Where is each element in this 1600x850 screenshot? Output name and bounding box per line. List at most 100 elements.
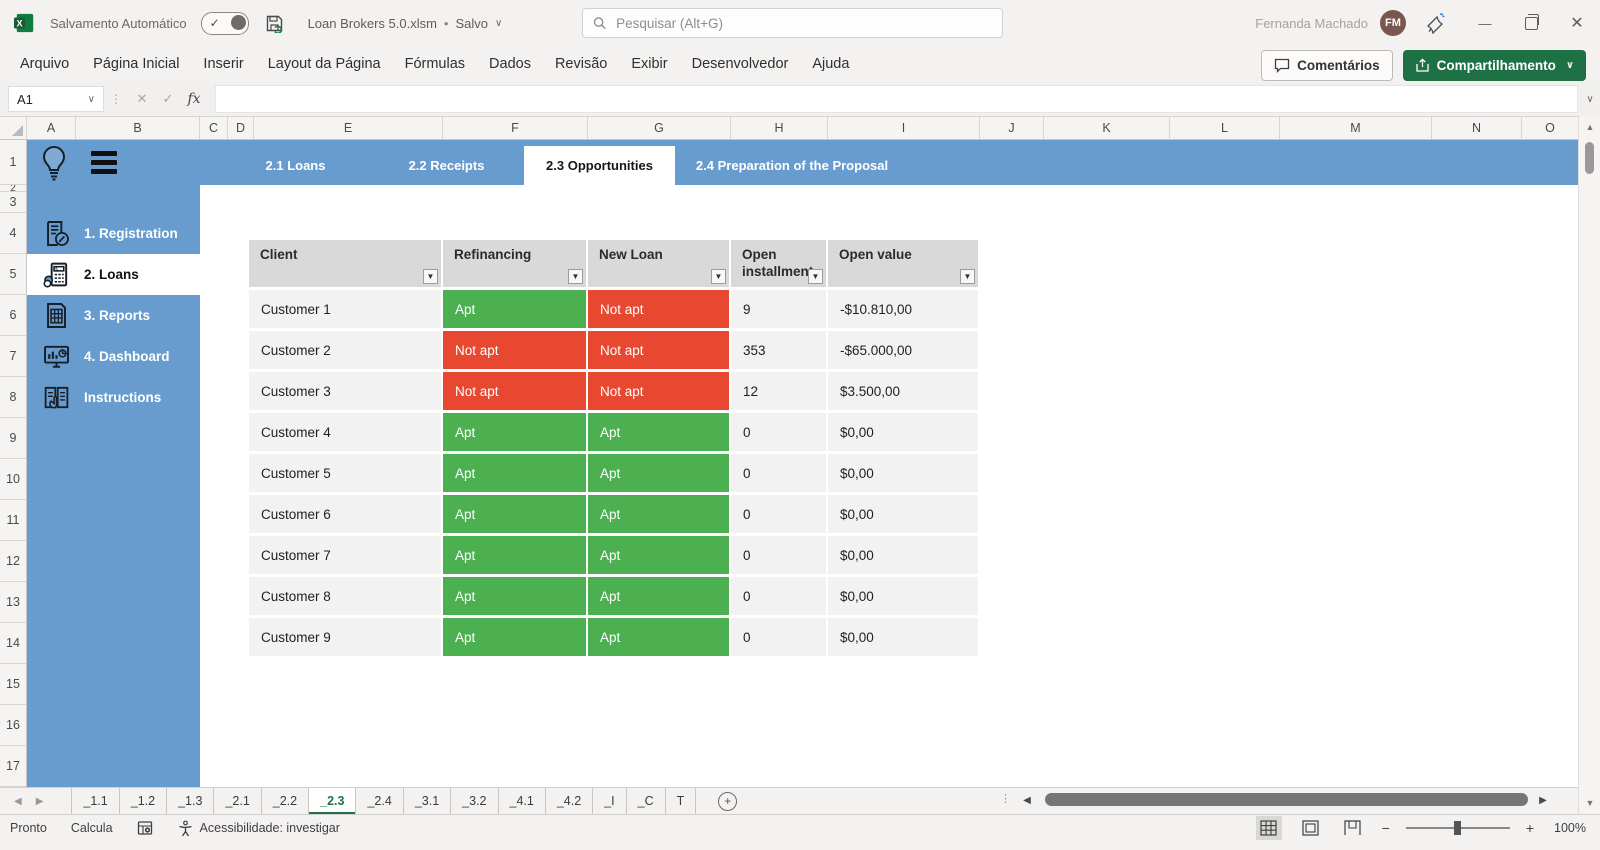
filter-dropdown-icon[interactable]: ▼ bbox=[808, 269, 823, 284]
cancel-entry-icon[interactable]: ✕ bbox=[129, 86, 155, 112]
table-row[interactable]: Customer 2 Not apt Not apt 353 -$65.000,… bbox=[249, 331, 980, 372]
sheet-tab-2-2[interactable]: _2.2 bbox=[262, 788, 310, 814]
sheet-tab-1-3[interactable]: _1.3 bbox=[167, 788, 215, 814]
share-button[interactable]: Compartilhamento ∨ bbox=[1402, 50, 1586, 81]
sheet-tab-1-2[interactable]: _1.2 bbox=[120, 788, 168, 814]
zoom-out-icon[interactable]: − bbox=[1382, 820, 1390, 836]
table-row[interactable]: Customer 3 Not apt Not apt 12 $3.500,00 bbox=[249, 372, 980, 413]
new-loan-cell[interactable]: Apt bbox=[588, 536, 731, 577]
hamburger-menu-icon[interactable] bbox=[91, 151, 117, 174]
row-header-4[interactable]: 4 bbox=[0, 213, 26, 254]
macro-record-icon[interactable] bbox=[137, 820, 153, 836]
row-header-2[interactable]: 2 bbox=[0, 185, 26, 192]
namebox-resize-handle[interactable]: ⋮ bbox=[110, 92, 123, 106]
new-loan-cell[interactable]: Apt bbox=[588, 618, 731, 659]
sidebar-item-instructions[interactable]: Instructions bbox=[27, 377, 200, 418]
column-header-h[interactable]: H bbox=[731, 117, 828, 139]
menu-revisao[interactable]: Revisão bbox=[543, 46, 619, 82]
scroll-up-icon[interactable]: ▲ bbox=[1579, 118, 1600, 136]
open-value-cell[interactable]: $0,00 bbox=[828, 495, 980, 536]
insert-function-icon[interactable]: fx bbox=[181, 86, 207, 112]
row-header-17[interactable]: 17 bbox=[0, 746, 26, 787]
vertical-scroll-thumb[interactable] bbox=[1585, 142, 1594, 174]
client-cell[interactable]: Customer 8 bbox=[249, 577, 443, 618]
sheet-tab-1-1[interactable]: _1.1 bbox=[71, 788, 120, 814]
table-row[interactable]: Customer 8 Apt Apt 0 $0,00 bbox=[249, 577, 980, 618]
horizontal-scroll-thumb[interactable] bbox=[1045, 793, 1528, 806]
vertical-scrollbar[interactable]: ▲ ▼ bbox=[1578, 116, 1600, 814]
row-header-11[interactable]: 11 bbox=[0, 500, 26, 541]
user-name[interactable]: Fernanda Machado bbox=[1255, 16, 1368, 31]
row-header-1[interactable]: 1 bbox=[0, 140, 26, 185]
new-loan-cell[interactable]: Apt bbox=[588, 413, 731, 454]
column-header-d[interactable]: D bbox=[228, 117, 254, 139]
row-header-7[interactable]: 7 bbox=[0, 336, 26, 377]
refinancing-cell[interactable]: Apt bbox=[443, 413, 588, 454]
row-header-3[interactable]: 3 bbox=[0, 192, 26, 213]
restore-button[interactable] bbox=[1508, 0, 1554, 46]
table-row[interactable]: Customer 4 Apt Apt 0 $0,00 bbox=[249, 413, 980, 454]
megaphone-icon[interactable] bbox=[1424, 12, 1446, 34]
menu-desenvolvedor[interactable]: Desenvolvedor bbox=[680, 46, 801, 82]
row-header-10[interactable]: 10 bbox=[0, 459, 26, 500]
column-header-a[interactable]: A bbox=[27, 117, 76, 139]
page-break-preview-icon[interactable] bbox=[1340, 816, 1366, 840]
open-installment-cell[interactable]: 0 bbox=[731, 495, 828, 536]
menu-dados[interactable]: Dados bbox=[477, 46, 543, 82]
client-cell[interactable]: Customer 3 bbox=[249, 372, 443, 413]
open-installment-cell[interactable]: 9 bbox=[731, 290, 828, 331]
name-box[interactable]: A1 ∨ bbox=[8, 86, 104, 112]
row-header-5[interactable]: 5 bbox=[0, 254, 26, 295]
open-installment-cell[interactable]: 12 bbox=[731, 372, 828, 413]
avatar[interactable]: FM bbox=[1380, 10, 1406, 36]
close-button[interactable]: ✕ bbox=[1554, 0, 1600, 46]
row-header-8[interactable]: 8 bbox=[0, 377, 26, 418]
menu-exibir[interactable]: Exibir bbox=[619, 46, 679, 82]
refinancing-cell[interactable]: Not apt bbox=[443, 372, 588, 413]
search-input[interactable] bbox=[614, 14, 992, 32]
refinancing-cell[interactable]: Apt bbox=[443, 536, 588, 577]
row-header-14[interactable]: 14 bbox=[0, 623, 26, 664]
column-header-m[interactable]: M bbox=[1280, 117, 1432, 139]
open-installment-cell[interactable]: 0 bbox=[731, 454, 828, 495]
sidebar-item-reports[interactable]: 3. Reports bbox=[27, 295, 200, 336]
sheet-nav-left-icon[interactable]: ◀ bbox=[14, 796, 22, 807]
column-header-c[interactable]: C bbox=[200, 117, 228, 139]
excel-app-icon[interactable]: X bbox=[14, 12, 36, 34]
table-row[interactable]: Customer 5 Apt Apt 0 $0,00 bbox=[249, 454, 980, 495]
refinancing-cell[interactable]: Apt bbox=[443, 618, 588, 659]
save-icon[interactable] bbox=[265, 14, 284, 33]
sheet-tab-c[interactable]: _C bbox=[627, 788, 666, 814]
client-cell[interactable]: Customer 4 bbox=[249, 413, 443, 454]
scroll-right-icon[interactable]: ▶ bbox=[1536, 789, 1550, 811]
new-loan-cell[interactable]: Apt bbox=[588, 495, 731, 536]
horizontal-scrollbar[interactable] bbox=[1040, 789, 1535, 811]
new-sheet-icon[interactable]: + bbox=[718, 791, 738, 811]
sheet-tab-4-2[interactable]: _4.2 bbox=[546, 788, 594, 814]
scroll-down-icon[interactable]: ▼ bbox=[1579, 794, 1600, 812]
new-loan-cell[interactable]: Not apt bbox=[588, 372, 731, 413]
sidebar-item-dashboard[interactable]: 4. Dashboard bbox=[27, 336, 200, 377]
row-header-13[interactable]: 13 bbox=[0, 582, 26, 623]
open-value-cell[interactable]: $0,00 bbox=[828, 413, 980, 454]
zoom-slider-thumb[interactable] bbox=[1453, 821, 1461, 835]
open-installment-cell[interactable]: 0 bbox=[731, 413, 828, 454]
page-layout-view-icon[interactable] bbox=[1298, 816, 1324, 840]
open-value-cell[interactable]: $0,00 bbox=[828, 577, 980, 618]
refinancing-cell[interactable]: Apt bbox=[443, 290, 588, 331]
open-installment-cell[interactable]: 0 bbox=[731, 577, 828, 618]
sheet-tab-3-2[interactable]: _3.2 bbox=[451, 788, 499, 814]
column-header-f[interactable]: F bbox=[443, 117, 588, 139]
client-cell[interactable]: Customer 7 bbox=[249, 536, 443, 577]
client-cell[interactable]: Customer 2 bbox=[249, 331, 443, 372]
refinancing-cell[interactable]: Apt bbox=[443, 495, 588, 536]
column-header-n[interactable]: N bbox=[1432, 117, 1522, 139]
open-installment-cell[interactable]: 0 bbox=[731, 618, 828, 659]
minimize-button[interactable]: — bbox=[1462, 0, 1508, 46]
sheet-tab-3-1[interactable]: _3.1 bbox=[404, 788, 452, 814]
tab-splitter-handle[interactable]: ⋮ bbox=[1000, 792, 1011, 805]
menu-arquivo[interactable]: Arquivo bbox=[8, 46, 81, 82]
open-value-cell[interactable]: $0,00 bbox=[828, 454, 980, 495]
refinancing-cell[interactable]: Not apt bbox=[443, 331, 588, 372]
client-cell[interactable]: Customer 1 bbox=[249, 290, 443, 331]
